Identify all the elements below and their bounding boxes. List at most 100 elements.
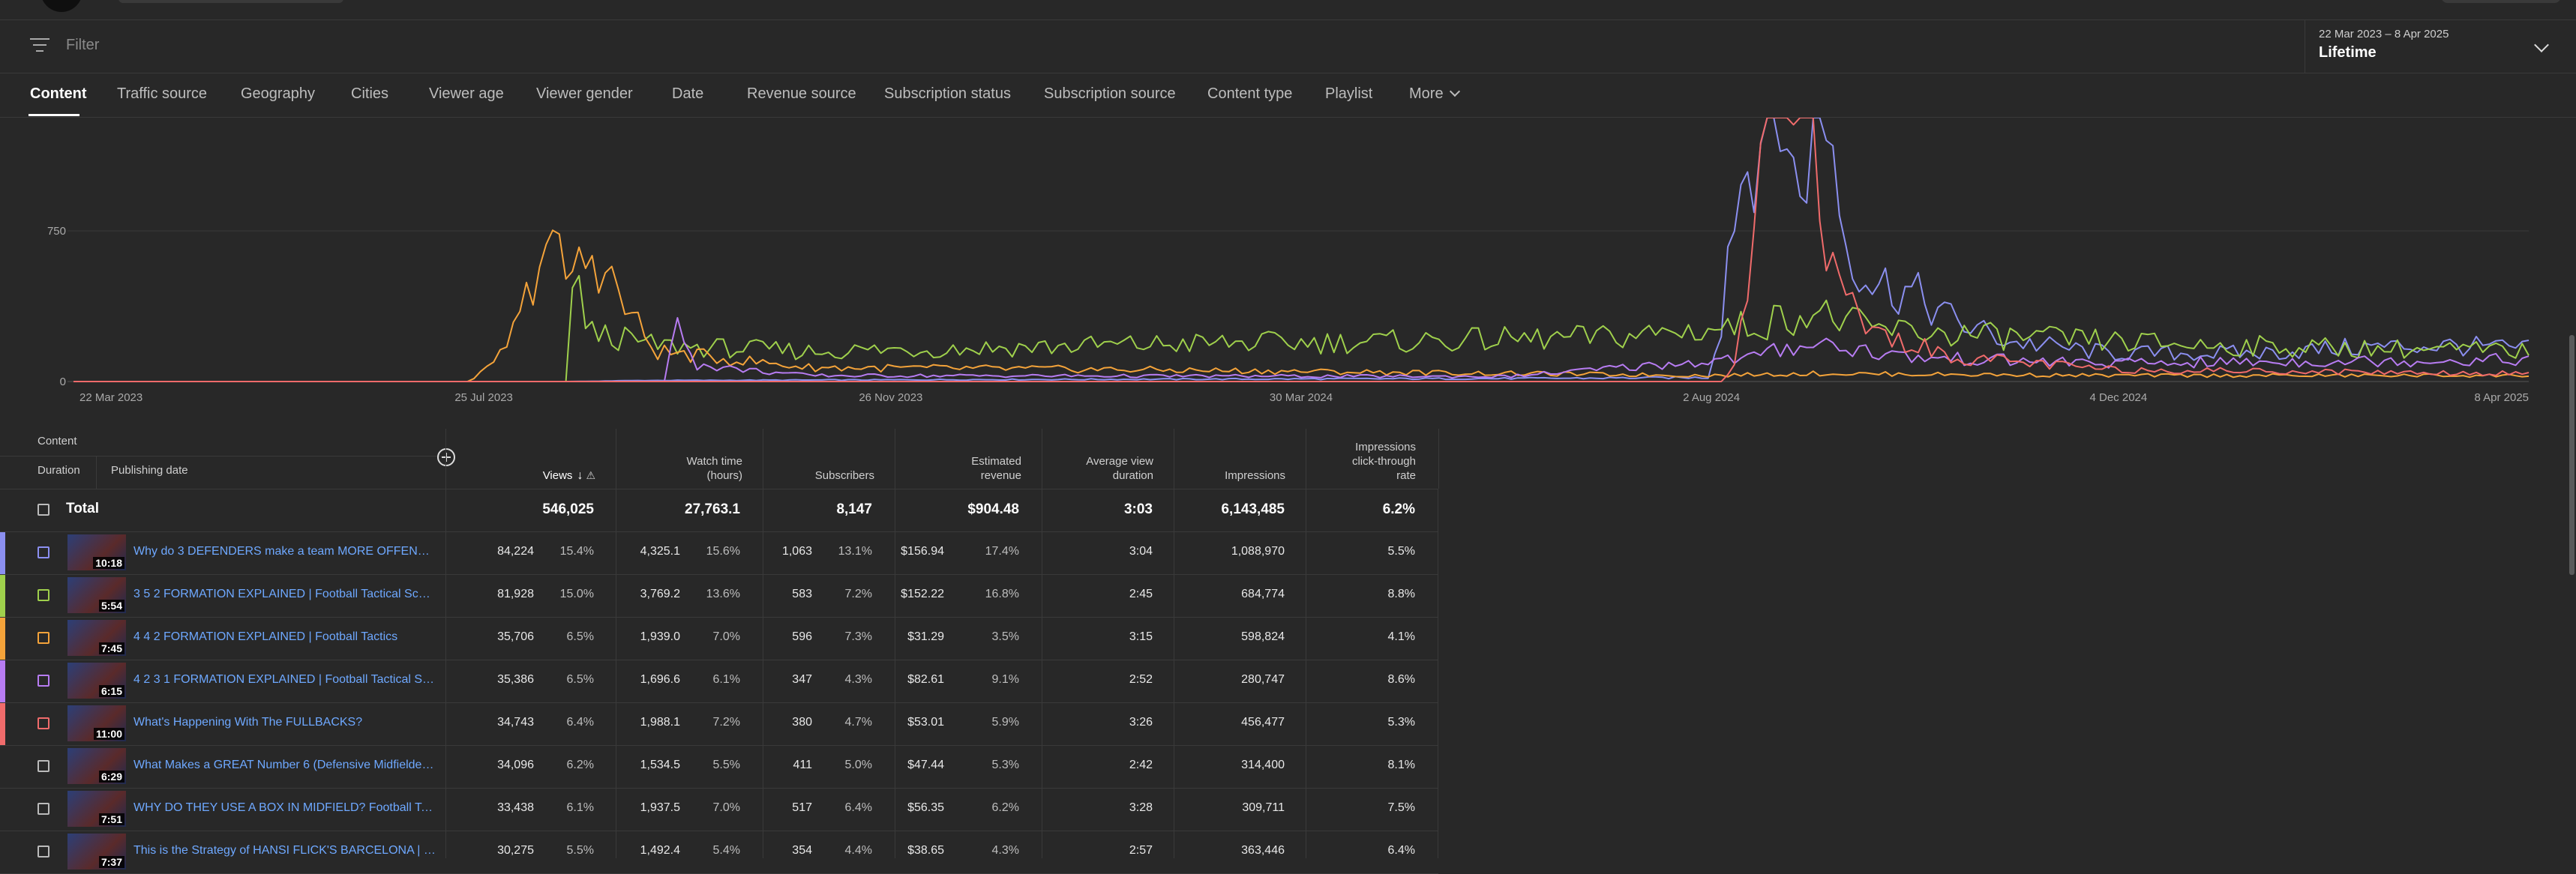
video-title-link[interactable]: 4 4 2 FORMATION EXPLAINED | Football Tac…	[133, 630, 436, 644]
cell-subs: 1,063	[781, 545, 812, 558]
row-checkbox[interactable]	[37, 717, 49, 729]
cell-impressions: 598,824	[1241, 630, 1285, 643]
header-revenue[interactable]: Estimated revenue	[895, 429, 1042, 489]
video-thumbnail[interactable]: 7:37	[67, 834, 126, 870]
header-avd-line1: Average view	[1086, 455, 1153, 468]
total-watch: 27,763.1	[685, 501, 740, 517]
row-checkbox[interactable]	[37, 546, 49, 558]
tab-subscription-status[interactable]: Subscription status	[884, 85, 1011, 103]
video-thumbnail[interactable]: 7:51	[67, 791, 126, 827]
active-tab-indicator	[28, 114, 79, 116]
row-checkbox[interactable]	[37, 632, 49, 644]
tab-date[interactable]: Date	[672, 85, 703, 103]
total-revenue: $904.48	[967, 501, 1019, 517]
table-row[interactable]: 6:15 4 2 3 1 FORMATION EXPLAINED | Footba…	[0, 660, 1438, 703]
header-subscribers[interactable]: Subscribers	[763, 429, 895, 489]
chart-x-ticks: 22 Mar 2023 25 Jul 2023 26 Nov 2023 30 Mar …	[79, 391, 2529, 404]
header-action-button[interactable]	[2441, 0, 2561, 3]
cell-avd: 2:57	[1129, 844, 1153, 857]
date-range-selector[interactable]: 22 Mar 2023 – 8 Apr 2025 Lifetime	[2305, 20, 2576, 73]
row-checkbox[interactable]	[37, 760, 49, 772]
table-header: Content Duration Publishing date Views ↓ ⚠…	[0, 429, 1439, 489]
cell-impressions: 684,774	[1241, 588, 1285, 600]
cell-watch: 4,325.1	[640, 545, 680, 558]
tab-revenue-source[interactable]: Revenue source	[747, 85, 856, 103]
table-row[interactable]: 7:51 WHY DO THEY USE A BOX IN MIDFIELD? F…	[0, 789, 1438, 831]
sort-down-icon[interactable]: ↓	[577, 468, 583, 483]
tab-content-type[interactable]: Content type	[1207, 85, 1292, 103]
cell-revenue-percent: 16.8%	[985, 588, 1019, 600]
total-views: 546,025	[542, 501, 594, 517]
cell-watch: 1,534.5	[640, 759, 680, 771]
tab-playlist[interactable]: Playlist	[1325, 85, 1372, 103]
row-checkbox[interactable]	[37, 846, 49, 858]
video-title-link[interactable]: WHY DO THEY USE A BOX IN MIDFIELD? Footb…	[133, 801, 436, 815]
video-duration: 10:18	[93, 557, 124, 569]
cell-watch-percent: 7.2%	[712, 716, 740, 729]
header-views[interactable]: Views ↓ ⚠	[445, 429, 616, 489]
video-title-link[interactable]: This is the Strategy of HANSI FLICK'S BA…	[133, 844, 436, 858]
table-row[interactable]: 11:00 What's Happening With The FULLBACKS…	[0, 703, 1438, 746]
video-thumbnail[interactable]: 5:54	[67, 577, 126, 613]
video-thumbnail[interactable]: 10:18	[67, 534, 126, 570]
tab-more[interactable]: More	[1409, 85, 1460, 103]
video-title-link[interactable]: 4 2 3 1 FORMATION EXPLAINED | Football T…	[133, 673, 436, 687]
table-row[interactable]: 7:37 This is the Strategy of HANSI FLICK'…	[0, 831, 1438, 874]
video-duration: 11:00	[93, 728, 124, 740]
header-impressions[interactable]: Impressions	[1174, 429, 1306, 489]
header-subscribers-label: Subscribers	[814, 469, 874, 482]
cell-watch: 1,937.5	[640, 801, 680, 814]
table-row[interactable]: 10:18 Why do 3 DEFENDERS make a team MORE…	[0, 532, 1438, 575]
cell-revenue-percent: 4.3%	[991, 844, 1019, 857]
video-thumbnail[interactable]: 7:45	[67, 620, 126, 656]
table-row[interactable]: 5:54 3 5 2 FORMATION EXPLAINED | Football…	[0, 575, 1438, 618]
header-divider	[96, 456, 97, 489]
video-thumbnail[interactable]: 11:00	[67, 705, 126, 741]
tab-content[interactable]: Content	[30, 85, 87, 103]
table-row[interactable]: 6:29 What Makes a GREAT Number 6 (Defensi…	[0, 746, 1438, 789]
cell-watch: 1,492.4	[640, 844, 680, 857]
cell-subs-percent: 4.4%	[844, 844, 872, 857]
select-all-checkbox[interactable]	[37, 504, 49, 516]
tab-subscription-source[interactable]: Subscription source	[1044, 85, 1176, 103]
row-checkbox[interactable]	[37, 589, 49, 601]
cell-avd: 3:26	[1129, 716, 1153, 729]
video-title-link[interactable]: 3 5 2 FORMATION EXPLAINED | Football Tac…	[133, 588, 436, 601]
cell-impressions: 314,400	[1241, 759, 1285, 771]
warning-icon[interactable]: ⚠	[586, 468, 595, 483]
video-title-link[interactable]: Why do 3 DEFENDERS make a team MORE OFFE…	[133, 545, 436, 558]
table-row[interactable]: 7:45 4 4 2 FORMATION EXPLAINED | Football…	[0, 618, 1438, 660]
header-avg-view-duration[interactable]: Average view duration	[1042, 429, 1174, 489]
header-search-box[interactable]	[118, 0, 343, 3]
header-duration[interactable]: Duration	[37, 464, 80, 477]
total-label: Total	[66, 501, 99, 516]
header-ctr[interactable]: Impressions click-through rate	[1306, 429, 1439, 489]
video-title-link[interactable]: What's Happening With The FULLBACKS?	[133, 716, 436, 729]
header-impressions-label: Impressions	[1225, 469, 1285, 482]
header-watch-time[interactable]: Watch time (hours)	[616, 429, 763, 489]
tab-viewer-age[interactable]: Viewer age	[429, 85, 504, 103]
video-thumbnail[interactable]: 6:15	[67, 663, 126, 699]
channel-avatar[interactable]	[40, 0, 82, 12]
header-publishing-date[interactable]: Publishing date	[111, 464, 188, 477]
x-tick-label: 26 Nov 2023	[859, 391, 922, 404]
row-checkbox[interactable]	[37, 675, 49, 687]
filter-icon[interactable]	[30, 38, 49, 55]
cell-views-percent: 6.5%	[566, 673, 594, 686]
tab-viewer-gender[interactable]: Viewer gender	[536, 85, 633, 103]
x-tick-label: 22 Mar 2023	[79, 391, 142, 404]
cell-ctr: 5.5%	[1387, 545, 1415, 558]
row-checkbox[interactable]	[37, 803, 49, 815]
tab-traffic-source[interactable]: Traffic source	[117, 85, 207, 103]
video-thumbnail[interactable]: 6:29	[67, 748, 126, 784]
cell-subs-percent: 5.0%	[844, 759, 872, 771]
cell-subs: 583	[792, 588, 812, 600]
header-content[interactable]: Content	[37, 435, 77, 447]
filter-input[interactable]: Filter	[66, 37, 99, 54]
tab-cities[interactable]: Cities	[351, 85, 388, 103]
video-title-link[interactable]: What Makes a GREAT Number 6 (Defensive M…	[133, 759, 436, 772]
column-divider	[445, 489, 446, 858]
chart-series	[73, 118, 2530, 382]
tab-geography[interactable]: Geography	[241, 85, 315, 103]
cell-views-percent: 5.5%	[566, 844, 594, 857]
